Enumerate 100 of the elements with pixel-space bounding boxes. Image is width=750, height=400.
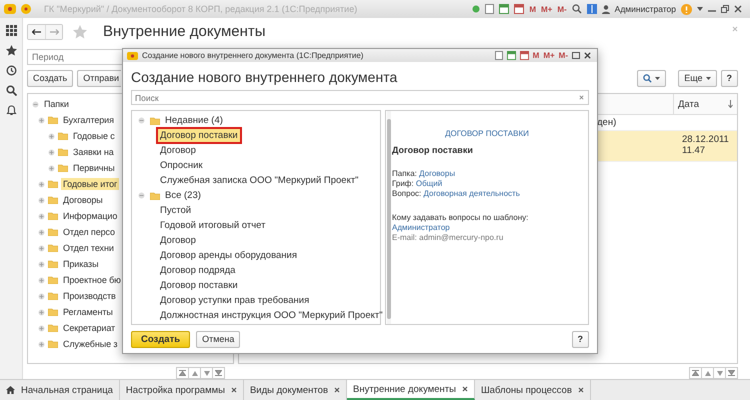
toolbar-button[interactable]: Создать — [27, 70, 74, 87]
toolbar-button[interactable]: Отправи — [77, 70, 122, 87]
help-button[interactable]: ? — [572, 330, 589, 348]
clear-icon[interactable] — [579, 95, 584, 100]
bell-icon[interactable] — [6, 105, 16, 116]
template-item[interactable]: Договор аренды оборудования — [156, 247, 301, 264]
expand-icon[interactable] — [38, 340, 45, 348]
collapse-icon[interactable] — [138, 192, 145, 199]
info-icon[interactable] — [681, 4, 692, 14]
template-item[interactable]: Договор подряда — [156, 262, 240, 279]
folder-item[interactable]: Секретариат — [61, 322, 118, 334]
folder-item[interactable]: Первичны — [71, 162, 117, 174]
restore-icon[interactable] — [721, 5, 729, 13]
folder-item[interactable]: Отдел персо — [61, 226, 117, 238]
expand-icon[interactable] — [48, 148, 55, 156]
template-item[interactable]: Должностная инструкция ООО "Меркурий Проект" — [156, 307, 387, 324]
template-item[interactable]: Опросник — [156, 157, 207, 174]
expand-icon[interactable] — [38, 260, 45, 268]
contact-link[interactable]: Администратор — [392, 223, 450, 232]
memory-button[interactable]: M- — [558, 51, 568, 60]
expand-icon[interactable] — [38, 292, 45, 300]
memory-button[interactable]: M- — [557, 4, 567, 14]
template-item[interactable]: Договор — [156, 232, 200, 249]
template-item[interactable]: Договор уступки прав требования — [156, 292, 314, 309]
document-icon[interactable] — [485, 4, 494, 14]
memory-button[interactable]: M — [529, 4, 536, 14]
maximize-icon[interactable] — [572, 52, 580, 59]
close-icon[interactable] — [584, 52, 591, 59]
expand-icon[interactable] — [38, 180, 45, 188]
first-page-button[interactable] — [176, 367, 189, 379]
memory-button[interactable]: M — [532, 51, 540, 60]
folder-item[interactable]: Заявки на — [71, 146, 116, 158]
scrollbar[interactable] — [386, 111, 391, 324]
user-name[interactable]: Администратор — [614, 4, 676, 14]
tab[interactable]: Внутренние документы — [347, 380, 475, 400]
close-icon[interactable] — [578, 387, 584, 393]
folder-item[interactable]: Бухгалтерия — [61, 114, 116, 126]
field-link[interactable]: Договоры — [419, 169, 456, 178]
search-field[interactable]: Поиск — [131, 90, 589, 105]
calendar-icon[interactable] — [499, 4, 510, 14]
group-label[interactable]: Недавние (4) — [165, 115, 223, 126]
template-item[interactable]: Договор — [156, 142, 200, 159]
create-button[interactable]: Создать — [131, 330, 190, 348]
memory-button[interactable]: M+ — [543, 51, 555, 60]
expand-icon[interactable] — [38, 244, 45, 252]
template-item[interactable]: Пустой — [156, 202, 196, 219]
help-button[interactable]: ? — [720, 70, 738, 87]
close-icon[interactable] — [734, 5, 742, 13]
last-page-button[interactable] — [725, 367, 738, 379]
folder-item[interactable]: Служебные з — [61, 338, 120, 350]
collapse-icon[interactable] — [138, 117, 145, 124]
history-icon[interactable] — [6, 65, 16, 76]
document-icon[interactable] — [494, 51, 503, 60]
expand-icon[interactable] — [38, 276, 45, 284]
calendar-icon[interactable] — [520, 51, 529, 60]
column-header[interactable]: Дата — [674, 98, 728, 110]
grid-icon[interactable] — [6, 25, 16, 36]
field-link[interactable]: Договорная деятельность — [423, 189, 520, 198]
template-item[interactable]: Договор поставки — [156, 277, 242, 294]
template-item[interactable]: Служебная записка ООО "Меркурий Проект" — [156, 172, 363, 189]
expand-icon[interactable] — [38, 324, 45, 332]
template-item[interactable]: Договор поставки — [156, 127, 242, 144]
folder-item[interactable]: Информацио — [61, 210, 120, 222]
collapse-icon[interactable] — [32, 100, 39, 108]
calendar-icon[interactable] — [514, 4, 524, 14]
calendar-icon[interactable] — [506, 51, 516, 60]
expand-icon[interactable] — [38, 228, 45, 236]
scroll-down-button[interactable] — [713, 367, 726, 379]
folder-item[interactable]: Договоры — [61, 194, 105, 206]
close-icon[interactable] — [462, 386, 468, 392]
favorite-star-icon[interactable] — [73, 24, 87, 39]
scroll-up-button[interactable] — [188, 367, 201, 379]
template-item[interactable]: Годовой итоговый отчет — [156, 217, 270, 234]
memory-button[interactable]: M+ — [541, 4, 552, 14]
tab[interactable]: Начальная страница — [0, 380, 120, 400]
folder-item[interactable]: Проектное бю — [61, 274, 123, 286]
tree-root-label[interactable]: Папки — [42, 98, 71, 110]
star-icon[interactable] — [6, 45, 16, 56]
expand-icon[interactable] — [48, 164, 55, 172]
expand-icon[interactable] — [48, 132, 55, 140]
status-dot-icon[interactable] — [472, 5, 480, 13]
template-link[interactable]: ДОГОВОР ПОСТАВКИ — [445, 129, 529, 138]
tab[interactable]: Настройка программы — [120, 380, 244, 400]
caret-icon[interactable] — [697, 7, 703, 11]
folder-item[interactable]: Годовые с — [71, 130, 117, 142]
expand-icon[interactable] — [38, 212, 45, 220]
scroll-up-button[interactable] — [701, 367, 714, 379]
search-icon[interactable] — [6, 85, 16, 96]
zoom-icon[interactable] — [572, 4, 582, 14]
folder-item[interactable]: Отдел техни — [61, 242, 116, 254]
tab[interactable]: Шаблоны процессов — [474, 380, 591, 400]
folder-item[interactable]: Регламенты — [61, 306, 115, 318]
last-page-button[interactable] — [212, 367, 225, 379]
back-button[interactable] — [28, 24, 45, 39]
folder-item[interactable]: Производств — [61, 290, 118, 302]
folder-item[interactable]: Годовые итог — [61, 178, 120, 190]
more-button[interactable]: Еще — [678, 70, 716, 87]
sort-arrow-icon[interactable] — [728, 100, 733, 108]
panel-icon[interactable] — [586, 4, 597, 14]
first-page-button[interactable] — [689, 367, 702, 379]
